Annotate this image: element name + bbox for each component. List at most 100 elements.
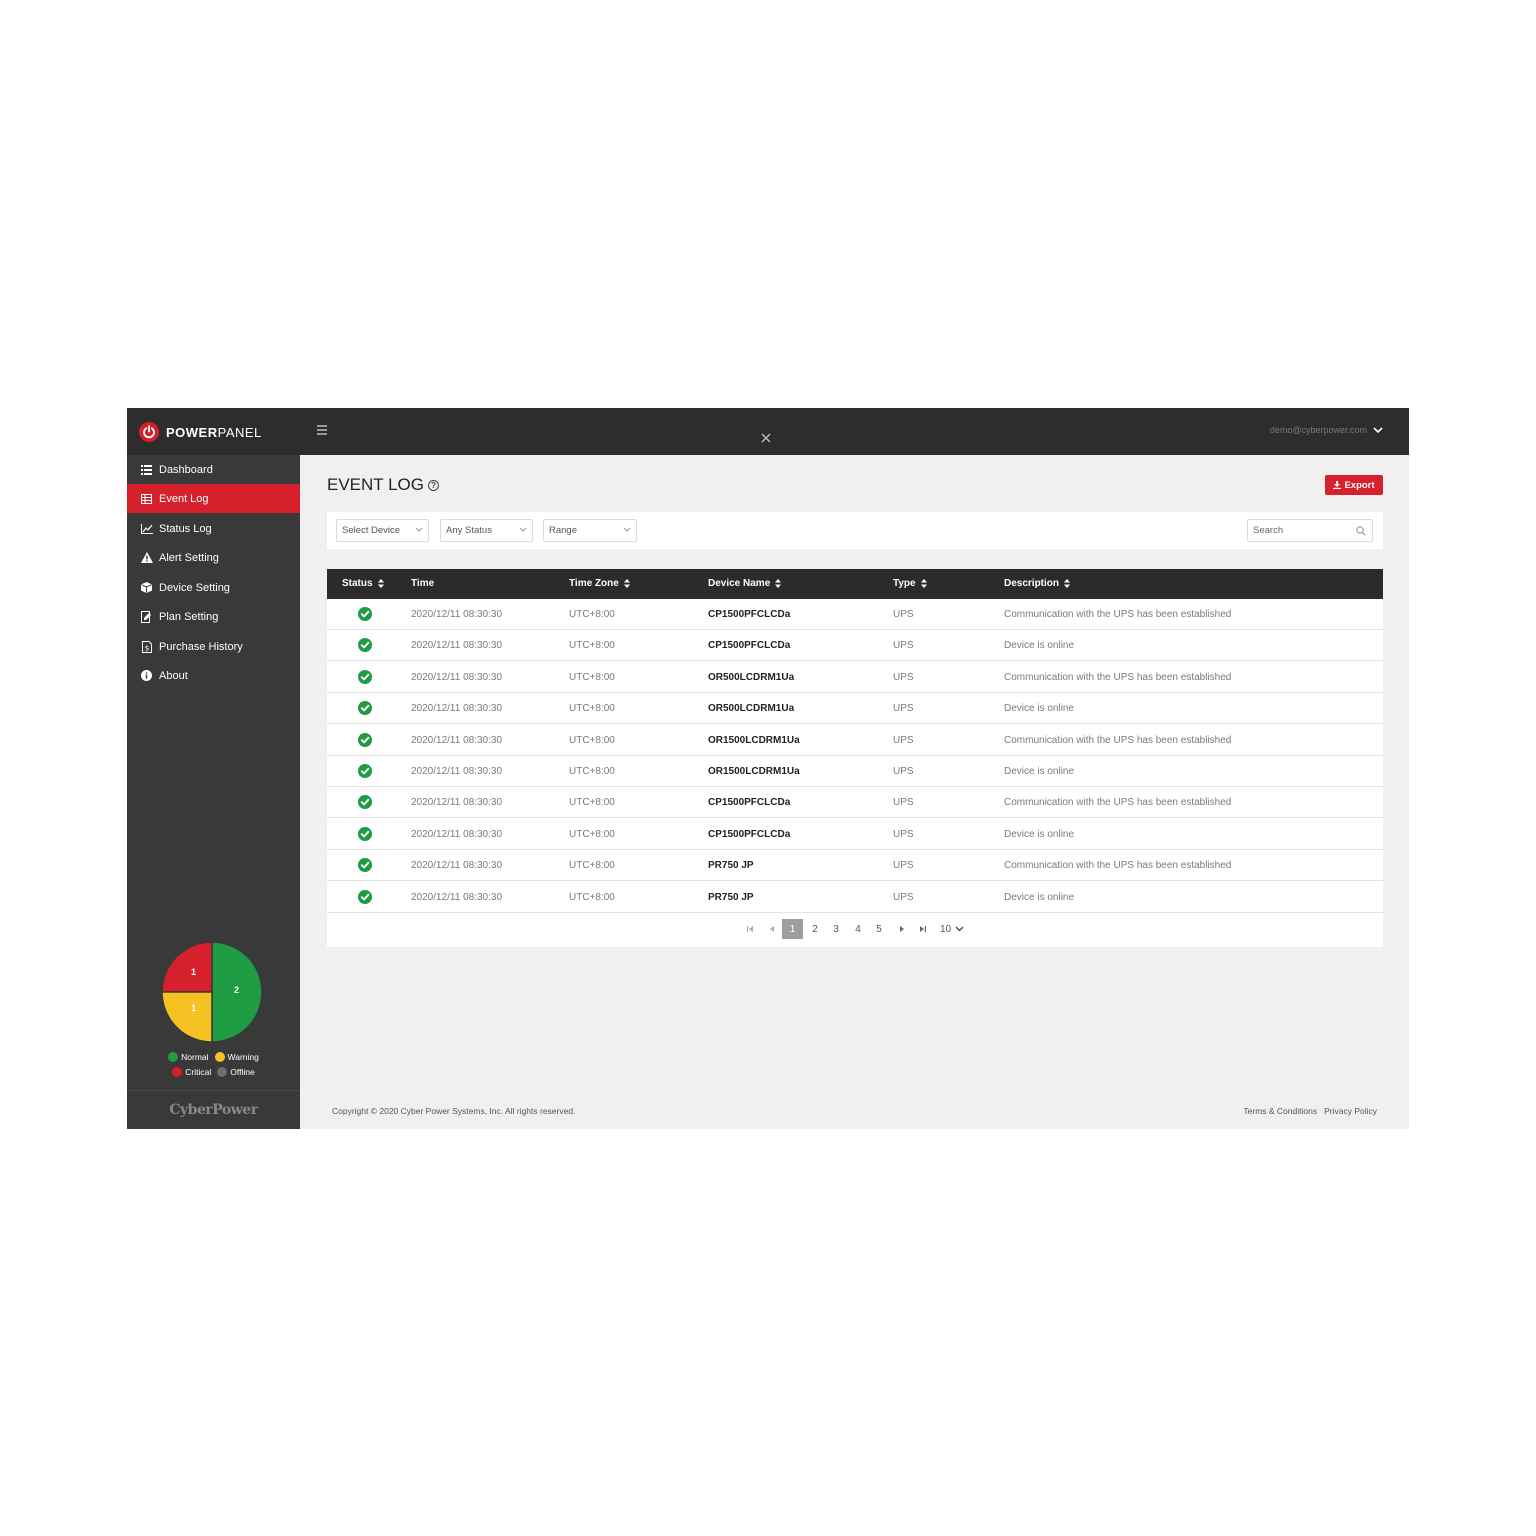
device-select[interactable]: Select Device [336,519,429,542]
table-row[interactable]: 2020/12/11 08:30:30 UTC+8:00 PR750 JP UPS De… [327,882,1383,913]
cell-type: UPS [893,891,914,903]
status-pie-chart: 1 1 2 [161,941,263,1043]
check-circle-icon [358,701,372,716]
sidebar: Dashboard Event Log Status Log Alert Set… [127,455,300,1129]
app-window: POWERPANEL demo@cyberpower.com Dashboard… [127,408,1409,1129]
legend-item-normal: Normal [168,1051,209,1062]
page-size-value: 10 [940,923,952,935]
column-header-device-name[interactable]: Device Name [708,578,782,589]
next-page-icon[interactable] [897,919,907,939]
cell-description: Device is online [1004,891,1075,903]
cell-timezone: UTC+8:00 [569,734,615,746]
pie-slice-warning[interactable] [161,991,213,1043]
legend-item-critical: Critical [172,1066,211,1077]
table-row[interactable]: 2020/12/11 08:30:30 UTC+8:00 OR500LCDRM1Ua… [327,693,1383,725]
table-row[interactable]: 2020/12/11 08:30:30 UTC+8:00 OR1500LCDRM1U… [327,756,1383,787]
filter-bar: Select Device Any Status Range [327,512,1383,549]
cell-description: Communication with the UPS has been esta… [1004,797,1232,809]
main-content: EVENT LOG ? Export Select Device Any Sta… [300,455,1409,1129]
prev-page-icon[interactable] [767,919,777,939]
cell-device: CP1500PFCLCDa [708,609,791,620]
pie-legend: Normal Warning Critical Offline [127,1049,300,1079]
page-button-5[interactable]: 5 [874,919,884,939]
table-row[interactable]: 2020/12/11 08:30:30 UTC+8:00 CP1500PFCLCDa… [327,819,1383,850]
cell-description: Communication with the UPS has been esta… [1004,860,1232,872]
search-input[interactable] [1248,520,1348,541]
column-header-time[interactable]: Time [411,578,434,589]
cell-description: Communication with the UPS has been esta… [1004,609,1232,620]
last-page-icon[interactable] [918,919,928,939]
sidebar-item-alert-setting[interactable]: Alert Setting [127,543,300,572]
cell-type: UPS [893,703,914,715]
cell-timezone: UTC+8:00 [569,860,615,872]
sidebar-item-status-log[interactable]: Status Log [127,514,300,543]
event-table: Status Time Time Zone Device Name Type D… [327,569,1383,947]
privacy-link[interactable]: Privacy Policy [1324,1106,1377,1116]
cell-time: 2020/12/11 08:30:30 [411,703,503,715]
table-row[interactable]: 2020/12/11 08:30:30 UTC+8:00 CP1500PFCLCDa… [327,787,1383,819]
cell-type: UPS [893,828,914,840]
sidebar-item-plan-setting[interactable]: Plan Setting [127,602,300,631]
cell-timezone: UTC+8:00 [569,891,615,903]
status-select[interactable]: Any Status [440,519,533,542]
legend-label: Offline [230,1066,255,1077]
user-menu[interactable]: demo@cyberpower.com [1270,425,1383,435]
check-circle-icon [358,638,372,653]
check-circle-icon [358,732,372,747]
column-header-type[interactable]: Type [893,578,927,589]
logo-text-bold: POWER [166,424,218,440]
table-row[interactable]: 2020/12/11 08:30:30 UTC+8:00 OR500LCDRM1Ua… [327,662,1383,693]
cell-device: OR500LCDRM1Ua [708,703,795,715]
cell-timezone: UTC+8:00 [569,609,615,620]
cell-time: 2020/12/11 08:30:30 [411,734,503,746]
table-icon [140,492,153,505]
cell-device: OR500LCDRM1Ua [708,671,795,683]
sidebar-item-purchase-history[interactable]: $ Purchase History [127,632,300,661]
range-select[interactable]: Range [543,519,637,542]
cell-description: Device is online [1004,703,1075,715]
column-header-status[interactable]: Status [342,578,384,589]
chevron-down-icon [955,926,964,932]
cell-device: OR1500LCDRM1Ua [708,766,800,777]
cell-description: Device is online [1004,828,1075,840]
page-button-2[interactable]: 2 [810,919,820,939]
help-icon[interactable]: ? [428,479,439,491]
page-button-4[interactable]: 4 [853,919,863,939]
close-icon[interactable] [761,430,771,448]
table-row[interactable]: 2020/12/11 08:30:30 UTC+8:00 PR750 JP UPS Co… [327,850,1383,882]
terms-link[interactable]: Terms & Conditions [1243,1106,1317,1116]
column-header-timezone[interactable]: Time Zone [569,578,630,589]
table-row[interactable]: 2020/12/11 08:30:30 UTC+8:00 CP1500PFCLCDa… [327,599,1383,630]
sort-icon [623,579,630,588]
page-number: 4 [855,923,861,935]
search-icon[interactable] [1356,526,1366,536]
table-row[interactable]: 2020/12/11 08:30:30 UTC+8:00 OR1500LCDRM1U… [327,725,1383,756]
first-page-icon[interactable] [745,919,755,939]
sidebar-item-about[interactable]: About [127,661,300,690]
page-button-1[interactable]: 1 [782,919,803,939]
pie-slice-critical[interactable] [161,941,213,993]
cell-description: Device is online [1004,766,1075,777]
sidebar-item-dashboard[interactable]: Dashboard [127,455,300,484]
export-button[interactable]: Export [1325,475,1383,495]
cell-timezone: UTC+8:00 [569,797,615,809]
cell-description: Communication with the UPS has been esta… [1004,671,1232,683]
column-header-description[interactable]: Description [1004,578,1071,589]
page-size-select[interactable]: 10 [940,919,964,939]
sidebar-item-event-log[interactable]: Event Log [127,484,300,513]
list-icon [140,463,153,476]
page-button-3[interactable]: 3 [831,919,841,939]
table-row[interactable]: 2020/12/11 08:30:30 UTC+8:00 CP1500PFCLCDa… [327,630,1383,662]
sidebar-item-device-setting[interactable]: Device Setting [127,573,300,602]
check-circle-icon [358,795,372,810]
cell-device: CP1500PFCLCDa [708,797,791,809]
cell-type: UPS [893,860,914,872]
cell-timezone: UTC+8:00 [569,766,615,777]
menu-toggle-icon[interactable] [317,425,327,437]
sidebar-item-label: Purchase History [159,640,243,653]
cell-device: OR1500LCDRM1Ua [708,734,800,746]
logo[interactable]: POWERPANEL [139,421,262,443]
sidebar-item-label: Dashboard [159,463,213,476]
pie-label-critical: 1 [191,967,197,977]
sidebar-item-label: Plan Setting [159,610,219,623]
